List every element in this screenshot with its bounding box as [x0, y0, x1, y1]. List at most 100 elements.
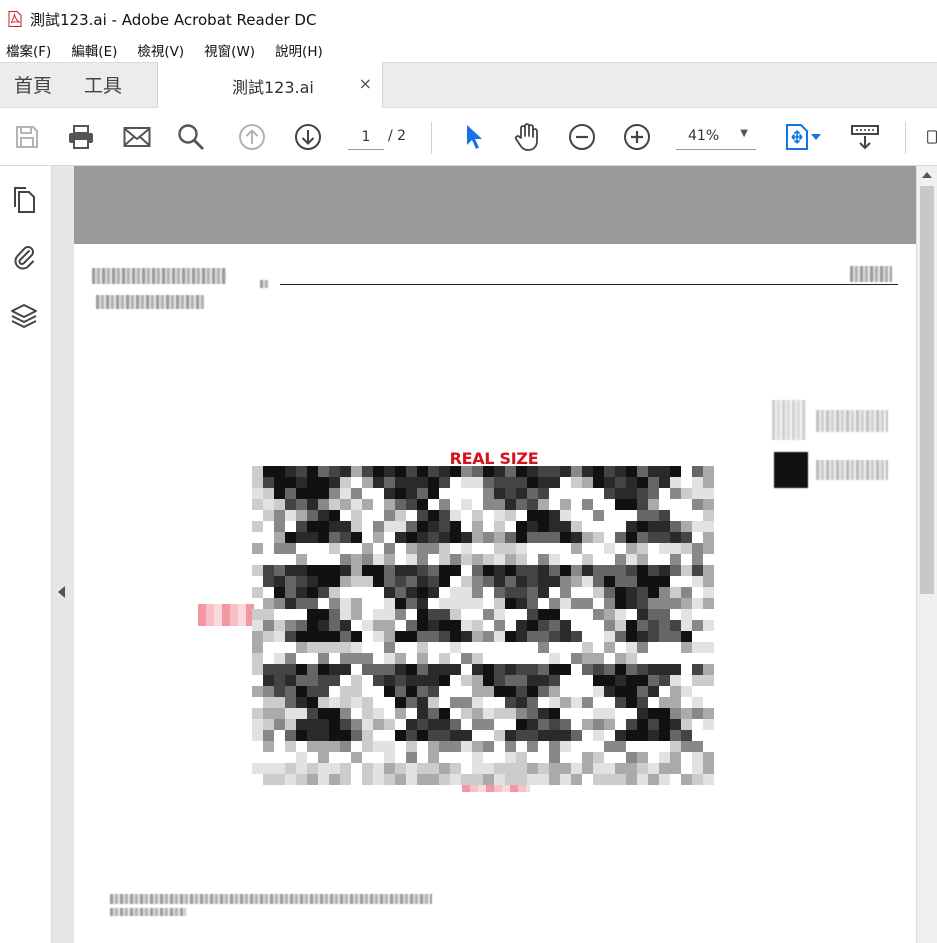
pattern-pixel — [659, 708, 670, 719]
page-thumbnails-icon[interactable] — [10, 186, 38, 214]
menu-bar: 檔案(F) 編輯(E) 檢視(V) 視窗(W) 說明(H) — [0, 38, 937, 62]
pattern-pixel — [296, 510, 307, 521]
pattern-pixel — [516, 488, 527, 499]
pattern-pixel — [494, 598, 505, 609]
pattern-pixel — [406, 675, 417, 686]
pattern-pixel — [329, 741, 340, 752]
pattern-pixel — [494, 466, 505, 477]
zoom-in-icon[interactable] — [622, 122, 652, 152]
tab-home[interactable]: 首頁 — [14, 71, 52, 98]
pattern-pixel — [329, 719, 340, 730]
save-icon[interactable] — [12, 122, 42, 152]
pattern-pixel — [538, 488, 549, 499]
scroll-mode-icon[interactable] — [850, 122, 880, 152]
pattern-pixel — [593, 752, 604, 763]
collapse-pane-arrow-icon[interactable] — [58, 586, 65, 598]
pattern-pixel — [670, 466, 681, 477]
pattern-pixel — [450, 598, 461, 609]
more-tools-icon[interactable] — [926, 122, 937, 152]
fit-options-chevron-icon[interactable] — [808, 122, 824, 152]
pattern-pixel — [263, 675, 274, 686]
pattern-pixel — [637, 675, 648, 686]
pattern-pixel — [516, 719, 527, 730]
pattern-pixel — [428, 708, 439, 719]
pattern-pixel — [626, 620, 637, 631]
pattern-pixel — [516, 752, 527, 763]
attachments-icon[interactable] — [10, 242, 38, 270]
hand-tool-icon[interactable] — [512, 122, 542, 152]
pattern-pixel — [615, 576, 626, 587]
pattern-pixel — [395, 609, 406, 620]
tab-tools[interactable]: 工具 — [84, 71, 122, 98]
previous-page-icon[interactable] — [237, 122, 267, 152]
pattern-pixel — [615, 763, 626, 774]
pattern-pixel — [340, 609, 351, 620]
title-bar: 測試123.ai - Adobe Acrobat Reader DC — [0, 0, 937, 38]
pattern-pixel — [615, 532, 626, 543]
pattern-pixel — [703, 532, 714, 543]
menu-help[interactable]: 說明(H) — [275, 40, 323, 60]
pattern-pixel — [670, 587, 681, 598]
pattern-pixel — [483, 664, 494, 675]
pattern-pixel — [439, 554, 450, 565]
pattern-pixel — [626, 719, 637, 730]
print-icon[interactable] — [66, 122, 96, 152]
pattern-pixel — [516, 620, 527, 631]
menu-view[interactable]: 檢視(V) — [137, 40, 184, 60]
scrollbar-thumb[interactable] — [920, 186, 934, 594]
pattern-pixel — [362, 763, 373, 774]
pattern-pixel — [549, 510, 560, 521]
pattern-pixel — [659, 532, 670, 543]
pattern-pixel — [516, 532, 527, 543]
pattern-pixel — [604, 543, 615, 554]
pattern-pixel — [362, 653, 373, 664]
pattern-pixel — [340, 576, 351, 587]
pattern-pixel — [670, 488, 681, 499]
pattern-pixel — [406, 543, 417, 554]
page-number-input[interactable]: 1 — [348, 124, 384, 150]
zoom-out-icon[interactable] — [567, 122, 597, 152]
search-icon[interactable] — [176, 122, 206, 152]
pattern-pixel — [263, 510, 274, 521]
pattern-pixel — [472, 565, 483, 576]
tab-document[interactable]: 測試123.ai × — [157, 62, 383, 109]
pattern-pixel — [340, 708, 351, 719]
pattern-pixel — [450, 609, 461, 620]
pattern-pixel — [494, 675, 505, 686]
pattern-pixel — [329, 620, 340, 631]
pattern-pixel — [428, 510, 439, 521]
pattern-pixel — [692, 642, 703, 653]
select-cursor-icon[interactable] — [458, 122, 488, 152]
pattern-pixel — [450, 565, 461, 576]
pattern-pixel — [626, 686, 637, 697]
pattern-pixel — [527, 587, 538, 598]
pattern-pixel — [472, 719, 483, 730]
pattern-pixel — [472, 620, 483, 631]
pattern-pixel — [439, 741, 450, 752]
pattern-pixel — [703, 620, 714, 631]
pattern-pixel — [637, 642, 648, 653]
vertical-scrollbar[interactable] — [916, 166, 937, 943]
scroll-up-arrow-icon[interactable] — [922, 172, 932, 178]
menu-file[interactable]: 檔案(F) — [6, 40, 51, 60]
pattern-pixel — [582, 598, 593, 609]
pattern-pixel — [362, 697, 373, 708]
pattern-pixel — [648, 774, 659, 785]
pattern-pixel — [373, 576, 384, 587]
pattern-pixel — [681, 587, 692, 598]
close-tab-icon[interactable]: × — [359, 74, 372, 93]
pattern-pixel — [296, 488, 307, 499]
pattern-pixel — [670, 730, 681, 741]
layers-icon[interactable] — [10, 302, 38, 330]
pattern-pixel — [318, 532, 329, 543]
pattern-pixel — [384, 510, 395, 521]
document-viewer[interactable]: REAL SIZE 100% — [74, 166, 916, 943]
pattern-pixel — [274, 466, 285, 477]
pattern-pixel — [670, 554, 681, 565]
email-icon[interactable] — [122, 122, 152, 152]
menu-edit[interactable]: 編輯(E) — [71, 40, 117, 60]
zoom-level-select[interactable]: 41% ▼ — [676, 124, 756, 150]
next-page-icon[interactable] — [293, 122, 323, 152]
pattern-pixel — [384, 587, 395, 598]
menu-window[interactable]: 視窗(W) — [204, 40, 255, 60]
